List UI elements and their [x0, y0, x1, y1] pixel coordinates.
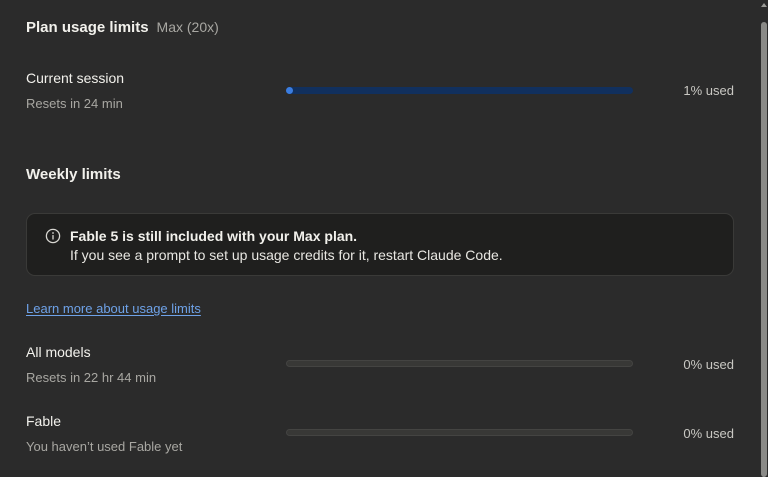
fable-used-label: 0% used — [683, 426, 734, 441]
fable-progress-bar — [286, 429, 633, 436]
all-models-progress-bar — [286, 360, 633, 367]
usage-panel: Plan usage limits Max (20x) Current sess… — [0, 0, 760, 477]
panel-header: Plan usage limits Max (20x) — [26, 19, 219, 36]
page-title: Plan usage limits — [26, 19, 149, 36]
session-progress-fill — [286, 87, 293, 94]
scrollbar[interactable] — [760, 0, 768, 477]
scrollbar-thumb[interactable] — [761, 22, 767, 477]
session-used-label: 1% used — [683, 83, 734, 98]
all-models-title: All models — [26, 344, 91, 360]
info-notice: Fable 5 is still included with your Max … — [26, 213, 734, 276]
session-reset-text: Resets in 24 min — [26, 96, 123, 111]
learn-more-link[interactable]: Learn more about usage limits — [26, 301, 201, 316]
all-models-reset-text: Resets in 22 hr 44 min — [26, 370, 157, 385]
weekly-limits-heading: Weekly limits — [26, 166, 121, 183]
scroll-up-arrow-icon[interactable] — [761, 3, 767, 7]
notice-body: If you see a prompt to set up usage cred… — [70, 247, 503, 263]
info-icon — [45, 228, 61, 244]
fable-title: Fable — [26, 413, 62, 429]
fable-row: Fable You haven’t used Fable yet 0% used — [26, 413, 734, 459]
session-title: Current session — [26, 70, 125, 86]
plan-name: Max (20x) — [156, 19, 219, 35]
session-progress-bar — [286, 87, 633, 94]
fable-status-text: You haven’t used Fable yet — [26, 439, 183, 454]
all-models-row: All models Resets in 22 hr 44 min 0% use… — [26, 344, 734, 390]
notice-heading: Fable 5 is still included with your Max … — [70, 228, 358, 244]
current-session-row: Current session Resets in 24 min 1% used — [26, 70, 734, 116]
all-models-used-label: 0% used — [683, 357, 734, 372]
